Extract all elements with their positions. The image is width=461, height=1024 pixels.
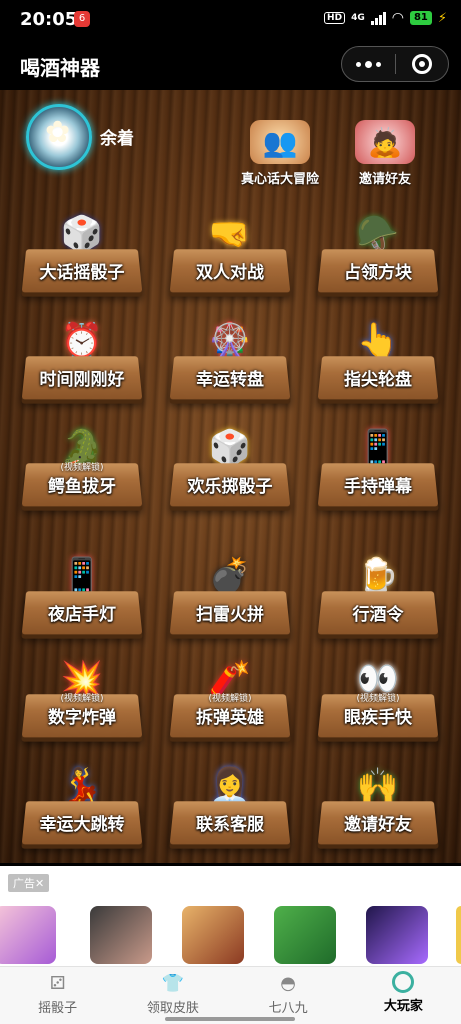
hd-icon: HD	[324, 12, 346, 24]
game-tile[interactable]: 🤜 双人对战	[169, 208, 291, 308]
dice-tab-icon: ⚂	[49, 972, 66, 994]
game-tile[interactable]: 👆 指尖轮盘	[317, 315, 439, 415]
game-tile[interactable]: 👩‍💼 联系客服	[169, 760, 291, 860]
tab-label: 领取皮肤	[146, 1001, 199, 1016]
notification-app-icon: 6	[74, 11, 90, 27]
status-icons: HD 4G ◠ 81 ⚡	[324, 10, 447, 26]
game-label: 幸运转盘	[196, 370, 264, 390]
tab-dice[interactable]: ⚂ 摇骰子	[0, 967, 115, 1024]
game-label: 行酒令	[352, 605, 404, 625]
game-tile[interactable]: 👀 (视频解锁) 眼疾手快	[317, 653, 439, 753]
shirt-tab-icon: 👕	[161, 972, 185, 994]
username: 余着	[100, 129, 134, 149]
status-time: 20:05	[20, 9, 78, 30]
game-tile[interactable]: 💥 (视频解锁) 数字炸弹	[21, 653, 143, 753]
ad-banner: 广告✕	[0, 866, 461, 966]
game-tile[interactable]: 🧨 (视频解锁) 拆弹英雄	[169, 653, 291, 753]
game-label: 眼疾手快	[344, 708, 412, 728]
more-button[interactable]	[342, 47, 395, 81]
truth-or-dare-icon: 👥	[250, 120, 310, 164]
tab-label: 大玩家	[383, 999, 423, 1014]
tab-label: 摇骰子	[38, 1001, 78, 1016]
truth-or-dare-button[interactable]: 👥 真心话大冒险	[230, 120, 330, 187]
game-tile[interactable]: 🍺 行酒令	[317, 550, 439, 650]
game-label: 指尖轮盘	[344, 370, 412, 390]
invite-friends-label: 邀请好友	[358, 172, 411, 187]
game-label: 大话摇骰子	[39, 263, 125, 283]
invite-friends-header-button[interactable]: 🙇 邀请好友	[335, 120, 435, 187]
more-dot-icon	[355, 61, 361, 67]
ad-thumbnail[interactable]	[0, 906, 56, 964]
game-label: 占领方块	[344, 263, 412, 283]
ad-thumbnail[interactable]	[90, 906, 152, 964]
game-label: 夜店手灯	[48, 605, 116, 625]
game-tile[interactable]: 📱 手持弹幕	[317, 422, 439, 522]
ad-thumbnail[interactable]	[456, 906, 461, 964]
game-label: 鳄鱼拔牙	[48, 477, 116, 497]
game-tile[interactable]: 💣 扫雷火拼	[169, 550, 291, 650]
home-indicator	[165, 1017, 295, 1021]
game-board: 余着 👥 真心话大冒险 🙇 邀请好友 🎲大话摇骰子 🤜双人对战 🪖占领方块 ⏰时间刚刚…	[0, 90, 461, 863]
tab-label: 七八九	[268, 1001, 308, 1016]
game-label: 邀请好友	[344, 815, 412, 835]
tab-skins[interactable]: 👕 领取皮肤	[115, 967, 230, 1024]
game-tile[interactable]: 📱 夜店手灯	[21, 550, 143, 650]
tab-bar: ⚂ 摇骰子 👕 领取皮肤 ◓ 七八九 大玩家	[0, 966, 461, 1024]
game-label: 欢乐掷骰子	[187, 477, 273, 497]
game-tile[interactable]: 🎡 幸运转盘	[169, 315, 291, 415]
tab-789[interactable]: ◓ 七八九	[231, 967, 346, 1024]
avatar[interactable]	[26, 104, 92, 170]
game-label: 联系客服	[196, 815, 264, 835]
title-bar: 喝酒神器	[0, 40, 461, 90]
tab-big-player[interactable]: 大玩家	[346, 967, 461, 1024]
game-label: 时间刚刚好	[39, 370, 125, 390]
more-dot-icon	[364, 60, 372, 68]
signal-icon	[370, 11, 386, 25]
wifi-icon: ◠	[391, 10, 404, 26]
ad-close-badge[interactable]: 广告✕	[8, 874, 50, 892]
more-dot-icon	[375, 61, 381, 67]
close-button[interactable]	[395, 47, 448, 81]
game-label: 扫雷火拼	[196, 605, 264, 625]
game-tile[interactable]: 🎲 大话摇骰子	[21, 208, 143, 308]
ad-thumbnail[interactable]	[366, 906, 428, 964]
game-tile[interactable]: ⏰ 时间刚刚好	[21, 315, 143, 415]
bowl-tab-icon: ◓	[280, 972, 296, 994]
invite-friends-icon: 🙇	[355, 120, 415, 164]
network-icon: 4G	[351, 13, 365, 23]
status-bar: 20:05 6 HD 4G ◠ 81 ⚡	[0, 0, 461, 40]
game-label: 数字炸弹	[48, 708, 116, 728]
ad-thumbnail[interactable]	[274, 906, 336, 964]
game-tile[interactable]: 💃 幸运大跳转	[21, 760, 143, 860]
battery-icon: 81	[409, 11, 432, 25]
game-label: 拆弹英雄	[196, 708, 264, 728]
page-title: 喝酒神器	[20, 56, 100, 80]
truth-or-dare-label: 真心话大冒险	[240, 172, 319, 187]
game-tile[interactable]: 🪖 占领方块	[317, 208, 439, 308]
game-tile[interactable]: 🐊 (视频解锁) 鳄鱼拔牙	[21, 422, 143, 522]
ring-tab-icon	[392, 971, 415, 993]
game-label: 双人对战	[196, 263, 264, 283]
close-target-icon	[411, 54, 432, 74]
game-tile[interactable]: 🎲 欢乐掷骰子	[169, 422, 291, 522]
game-label: 幸运大跳转	[39, 815, 125, 835]
game-label: 手持弹幕	[344, 477, 412, 497]
mini-program-capsule	[341, 46, 449, 82]
charging-icon: ⚡	[437, 10, 447, 26]
game-tile[interactable]: 🙌 邀请好友	[317, 760, 439, 860]
ad-thumbnail[interactable]	[182, 906, 244, 964]
